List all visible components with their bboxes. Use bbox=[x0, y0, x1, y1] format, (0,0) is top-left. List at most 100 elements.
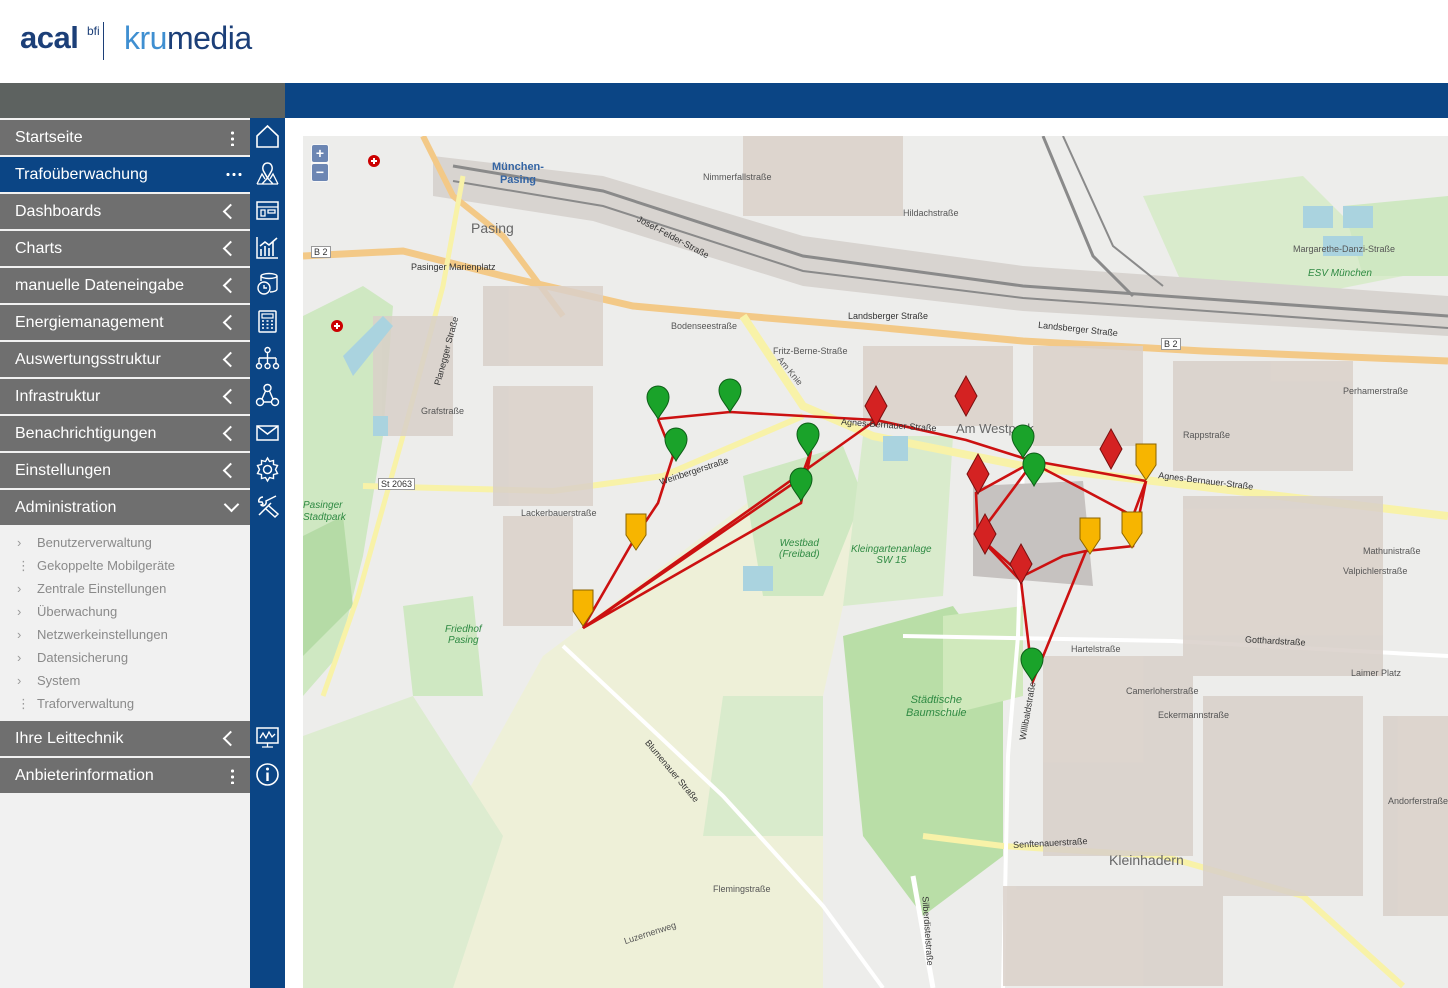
chevron-left-icon bbox=[222, 203, 239, 220]
chevron-right-icon: › bbox=[17, 581, 22, 596]
submenu-item-label: Gekoppelte Mobilgeräte bbox=[37, 558, 176, 573]
transformer-marker-ok[interactable] bbox=[789, 467, 813, 502]
transformer-marker-alarm[interactable] bbox=[864, 385, 888, 427]
dots-horizontal-icon[interactable] bbox=[225, 173, 242, 176]
sidebar: Startseite Trafoüberwachung Dashboards C… bbox=[0, 118, 250, 988]
transformer-marker-alarm[interactable] bbox=[954, 375, 978, 417]
transformer-marker-ok[interactable] bbox=[718, 378, 742, 413]
submenu-item-label: System bbox=[37, 673, 81, 688]
chevron-left-icon bbox=[222, 314, 239, 331]
zoom-out-button[interactable]: − bbox=[312, 164, 328, 181]
transformer-marker-alarm[interactable] bbox=[1099, 428, 1123, 470]
menu-item-startseite[interactable]: Startseite bbox=[0, 120, 250, 155]
info-icon[interactable] bbox=[254, 761, 281, 788]
chevron-left-icon bbox=[222, 388, 239, 405]
menu-item-benachrichtigungen[interactable]: Benachrichtigungen bbox=[0, 416, 250, 451]
menu-item-label: Charts bbox=[15, 240, 63, 257]
menu-item-charts[interactable]: Charts bbox=[0, 231, 250, 266]
menu-item-label: Anbieterinformation bbox=[15, 767, 154, 784]
home-icon[interactable] bbox=[254, 123, 281, 150]
dashboard-icon[interactable] bbox=[254, 197, 281, 224]
menu-item-label: Einstellungen bbox=[15, 462, 112, 479]
submenu-item-benutzerverwaltung[interactable]: › Benutzerverwaltung bbox=[0, 531, 250, 554]
logo-separator bbox=[103, 22, 104, 60]
menu-item-auswertungsstruktur[interactable]: Auswertungsstruktur bbox=[0, 342, 250, 377]
monitor-icon[interactable] bbox=[254, 724, 281, 751]
menu-item-label: Energiemanagement bbox=[15, 314, 164, 331]
hierarchy-icon[interactable] bbox=[254, 345, 281, 372]
chevron-left-icon bbox=[222, 240, 239, 257]
transformer-marker-warning[interactable] bbox=[1079, 517, 1101, 555]
mail-icon[interactable] bbox=[254, 419, 281, 446]
transformer-marker-ok[interactable] bbox=[1022, 452, 1046, 487]
dots-vertical-icon: ⋮ bbox=[17, 558, 30, 573]
chevron-right-icon: › bbox=[17, 535, 22, 550]
dots-vertical-icon[interactable] bbox=[231, 130, 234, 146]
chevron-left-icon bbox=[222, 462, 239, 479]
dots-vertical-icon[interactable] bbox=[231, 768, 234, 784]
menu-item-infrastruktur[interactable]: Infrastruktur bbox=[0, 379, 250, 414]
chevron-left-icon bbox=[222, 730, 239, 747]
chevron-left-icon bbox=[222, 277, 239, 294]
transformer-marker-warning[interactable] bbox=[625, 513, 647, 551]
submenu-item-system[interactable]: › System bbox=[0, 669, 250, 692]
gear-icon[interactable] bbox=[254, 456, 281, 483]
chart-icon[interactable] bbox=[254, 234, 281, 261]
transformer-marker-alarm[interactable] bbox=[973, 513, 997, 555]
chevron-down-icon bbox=[223, 496, 240, 513]
submenu-item-label: Benutzerverwaltung bbox=[37, 535, 152, 550]
submenu-item-datensicherung[interactable]: › Datensicherung bbox=[0, 646, 250, 669]
menu-item-label: Startseite bbox=[15, 129, 83, 146]
submenu-item-ueberwachung[interactable]: › Überwachung bbox=[0, 600, 250, 623]
submenu-item-label: Datensicherung bbox=[37, 650, 129, 665]
menu-item-energiemanagement[interactable]: Energiemanagement bbox=[0, 305, 250, 340]
menu-item-label: Dashboards bbox=[15, 203, 102, 220]
tools-icon[interactable] bbox=[254, 493, 281, 520]
submenu-item-label: Zentrale Einstellungen bbox=[37, 581, 167, 596]
menu-item-einstellungen[interactable]: Einstellungen bbox=[0, 453, 250, 488]
transformer-marker-warning[interactable] bbox=[572, 589, 594, 627]
dots-vertical-icon: ⋮ bbox=[17, 696, 30, 711]
app-header: acal bfi krumedia bbox=[0, 0, 1448, 83]
submenu-item-gekoppelte-mobilgeraete[interactable]: ⋮ Gekoppelte Mobilgeräte bbox=[0, 554, 250, 577]
main-content: München- Pasing Pasing Westbad (Freibad)… bbox=[285, 118, 1448, 988]
transformer-marker-warning[interactable] bbox=[1135, 443, 1157, 481]
submenu-item-traforverwaltung[interactable]: ⋮ Traforverwaltung bbox=[0, 692, 250, 715]
map-icon[interactable] bbox=[254, 160, 281, 187]
menu-item-label: Benachrichtigungen bbox=[15, 425, 157, 442]
menu-item-manuelle-dateneingabe[interactable]: manuelle Dateneingabe bbox=[0, 268, 250, 303]
krumedia-logo: krumedia bbox=[124, 20, 252, 57]
acal-logo: acal bbox=[20, 20, 79, 55]
krumedia-logo-kru: kru bbox=[124, 20, 167, 56]
sidebar-top-bar bbox=[0, 83, 285, 118]
transformer-map[interactable]: München- Pasing Pasing Westbad (Freibad)… bbox=[303, 136, 1448, 988]
menu-item-label: manuelle Dateneingabe bbox=[15, 277, 185, 294]
menu-item-anbieterinformation[interactable]: Anbieterinformation bbox=[0, 758, 250, 793]
submenu-item-zentrale-einstellungen[interactable]: › Zentrale Einstellungen bbox=[0, 577, 250, 600]
icon-sidebar bbox=[250, 118, 285, 988]
chevron-right-icon: › bbox=[17, 673, 22, 688]
menu-item-dashboards[interactable]: Dashboards bbox=[0, 194, 250, 229]
calculator-icon[interactable] bbox=[254, 308, 281, 335]
transformer-marker-ok[interactable] bbox=[646, 385, 670, 420]
chevron-left-icon bbox=[222, 351, 239, 368]
menu-item-administration[interactable]: Administration bbox=[0, 490, 250, 525]
transformer-marker-warning[interactable] bbox=[1121, 511, 1143, 549]
transformer-marker-alarm[interactable] bbox=[1009, 543, 1033, 585]
submenu-item-label: Traforverwaltung bbox=[37, 696, 135, 711]
menu-item-ihre-leittechnik[interactable]: Ihre Leittechnik bbox=[0, 721, 250, 756]
chevron-right-icon: › bbox=[17, 604, 22, 619]
transformer-marker-ok[interactable] bbox=[796, 422, 820, 457]
data-entry-icon[interactable] bbox=[254, 271, 281, 298]
menu-item-label: Auswertungsstruktur bbox=[15, 351, 161, 368]
menu-item-trafoueberwachung[interactable]: Trafoüberwachung bbox=[0, 157, 250, 192]
submenu-item-netzwerkeinstellungen[interactable]: › Netzwerkeinstellungen bbox=[0, 623, 250, 646]
chevron-right-icon: › bbox=[17, 627, 22, 642]
zoom-in-button[interactable]: + bbox=[312, 145, 328, 162]
infrastructure-icon[interactable] bbox=[254, 382, 281, 409]
transformer-marker-ok[interactable] bbox=[1020, 647, 1044, 682]
transformer-marker-alarm[interactable] bbox=[966, 453, 990, 495]
acal-logo-bfi: bfi bbox=[87, 24, 100, 38]
submenu-item-label: Netzwerkeinstellungen bbox=[37, 627, 168, 642]
transformer-marker-ok[interactable] bbox=[664, 427, 688, 462]
